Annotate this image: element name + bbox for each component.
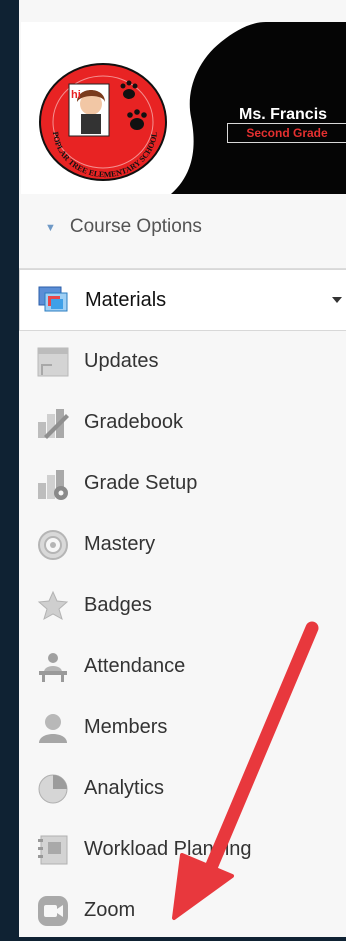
menu-item-label: Materials — [85, 288, 167, 311]
course-options-label: Course Options — [69, 216, 202, 237]
menu-item-label: Members — [84, 716, 168, 738]
grade-setup-icon — [38, 470, 68, 500]
grade-label: Second Grade — [227, 123, 346, 143]
teacher-name: Ms. Francis — [239, 106, 328, 123]
menu-item-workload-planning[interactable]: Workload Planning — [19, 819, 346, 880]
menu-item-gradebook[interactable]: Gradebook — [19, 392, 346, 453]
menu-item-grade-setup[interactable]: Grade Setup — [19, 453, 346, 514]
menu-item-label: Badges — [84, 594, 152, 616]
badges-icon — [37, 590, 69, 621]
menu-item-updates[interactable]: Updates — [19, 331, 346, 392]
gradebook-icon — [38, 409, 69, 439]
menu-item-materials[interactable]: Materials — [19, 269, 346, 331]
caret-down-icon[interactable] — [332, 297, 342, 303]
logo-hi-text: hi — [71, 89, 81, 101]
menu-item-label: Workload Planning — [84, 838, 252, 860]
course-options-toggle[interactable]: ▼ Course Options — [45, 207, 202, 247]
analytics-icon — [38, 774, 68, 804]
school-logo: hi POPLAR TREE ELEMENTARY SCHOOL — [39, 63, 167, 181]
mastery-icon — [38, 530, 68, 560]
menu-item-label: Gradebook — [84, 411, 183, 433]
menu-item-mastery[interactable]: Mastery — [19, 514, 346, 575]
menu-item-label: Attendance — [84, 655, 186, 677]
menu-item-analytics[interactable]: Analytics — [19, 758, 346, 819]
menu-item-label: Zoom — [84, 899, 136, 921]
members-icon — [39, 714, 67, 743]
materials-icon — [38, 286, 68, 312]
zoom-icon — [38, 896, 68, 926]
course-sidebar: hi POPLAR TREE ELEMENTARY SCHOOL Ms. Fra… — [19, 0, 346, 937]
menu-item-zoom[interactable]: Zoom — [19, 880, 346, 941]
course-banner: hi POPLAR TREE ELEMENTARY SCHOOL Ms. Fra… — [21, 22, 346, 194]
workload-planning-icon — [38, 835, 68, 865]
attendance-icon — [39, 653, 67, 682]
menu-item-label: Mastery — [84, 533, 156, 555]
menu-item-attendance[interactable]: Attendance — [19, 636, 346, 697]
menu-item-label: Updates — [84, 350, 159, 372]
menu-item-members[interactable]: Members — [19, 697, 346, 758]
menu-item-label: Analytics — [84, 777, 165, 799]
menu-item-label: Grade Setup — [84, 472, 198, 494]
triangle-down-icon: ▼ — [45, 222, 56, 234]
menu-item-badges[interactable]: Badges — [19, 575, 346, 636]
updates-icon — [37, 347, 69, 377]
